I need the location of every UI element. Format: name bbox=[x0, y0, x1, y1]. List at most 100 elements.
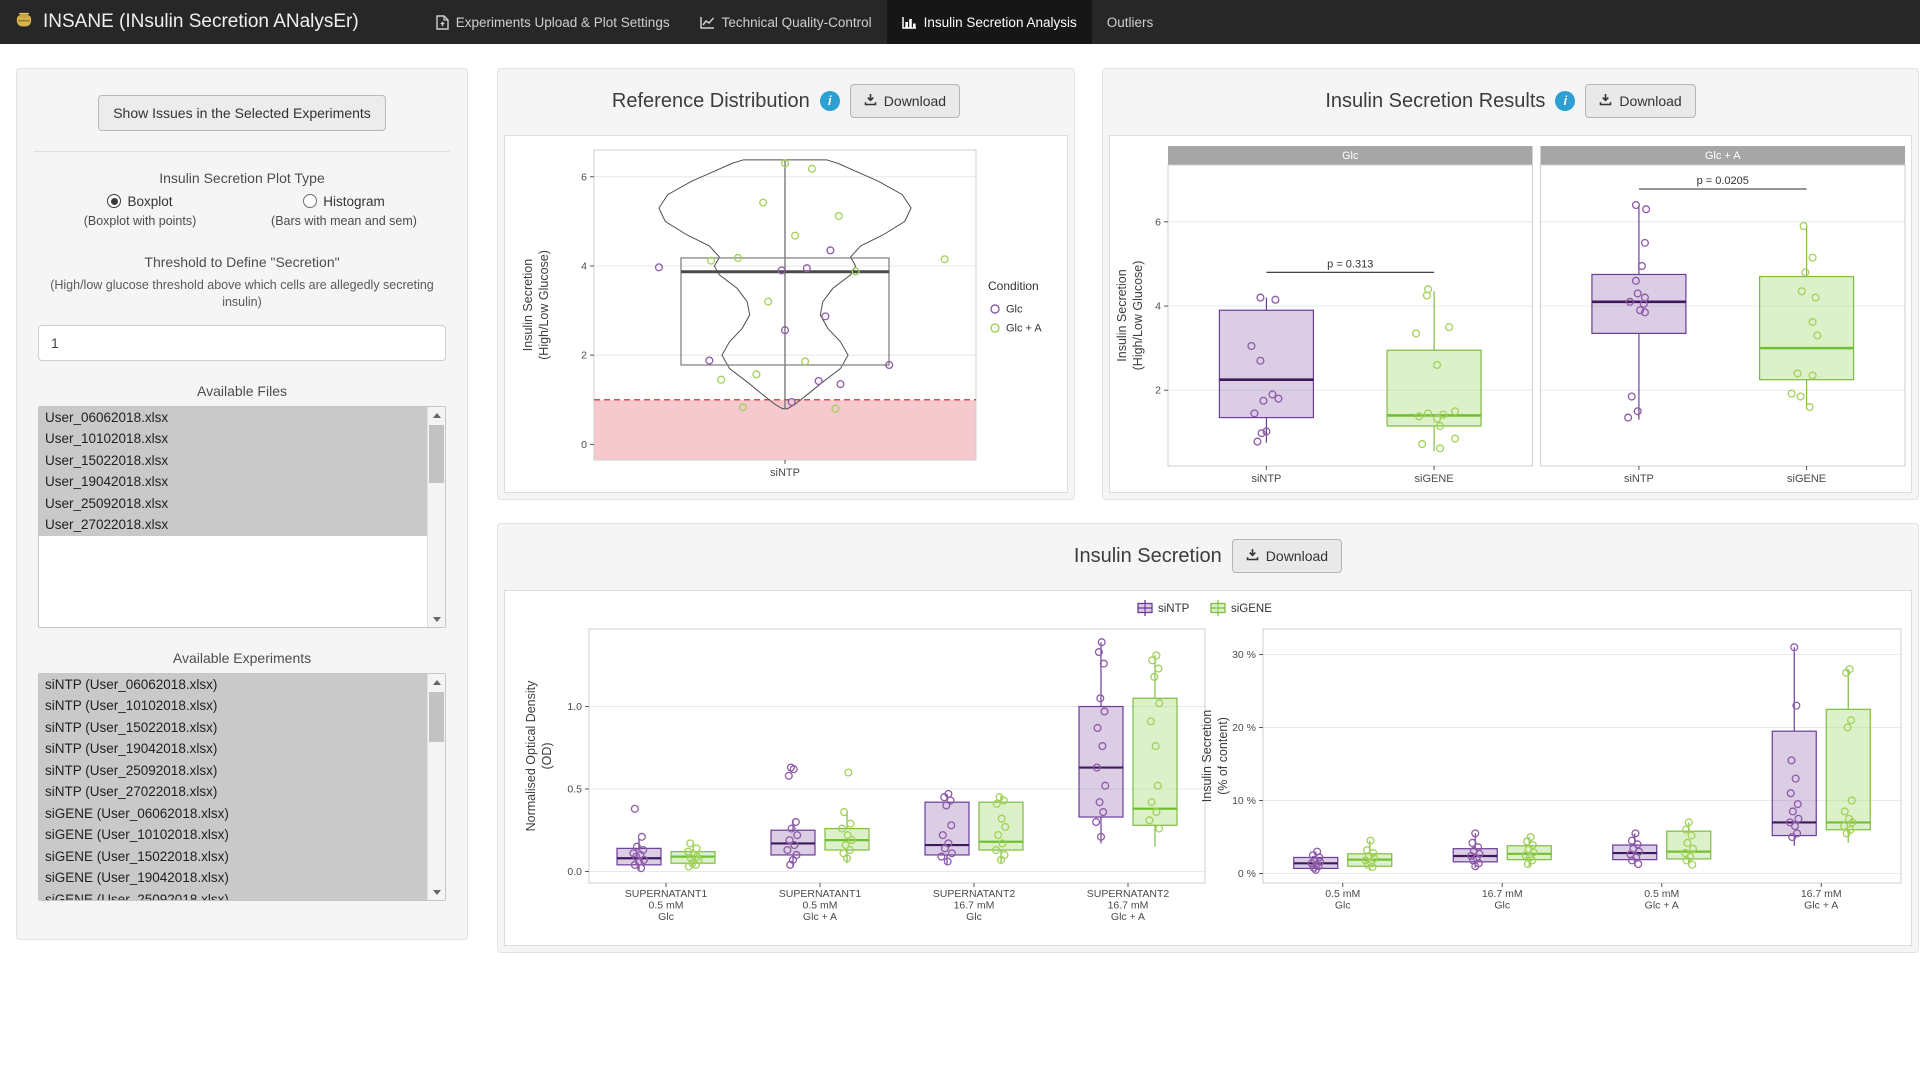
svg-text:siGENE: siGENE bbox=[1231, 603, 1272, 615]
list-item[interactable]: User_06062018.xlsx bbox=[39, 407, 428, 429]
list-item[interactable]: siGENE (User_25092018.xlsx) bbox=[39, 889, 428, 901]
nav-tab-2[interactable]: Insulin Secretion Analysis bbox=[887, 0, 1092, 44]
list-item[interactable]: siGENE (User_06062018.xlsx) bbox=[39, 803, 428, 825]
svg-text:16.7 mM: 16.7 mM bbox=[1108, 900, 1149, 912]
download-button[interactable]: Download bbox=[1232, 539, 1342, 573]
list-item[interactable]: siNTP (User_19042018.xlsx) bbox=[39, 738, 428, 760]
scrollbar[interactable] bbox=[427, 407, 445, 627]
svg-text:Insulin Secretion: Insulin Secretion bbox=[1115, 269, 1129, 361]
list-item[interactable]: siGENE (User_19042018.xlsx) bbox=[39, 867, 428, 889]
nav-tab-3[interactable]: Outliers bbox=[1092, 0, 1169, 44]
scroll-up-icon[interactable] bbox=[428, 674, 445, 691]
list-item[interactable]: siGENE (User_15022018.xlsx) bbox=[39, 846, 428, 868]
scroll-thumb[interactable] bbox=[429, 692, 444, 742]
svg-text:siNTP: siNTP bbox=[770, 467, 800, 479]
info-icon[interactable]: i bbox=[1555, 91, 1575, 111]
list-item[interactable]: User_19042018.xlsx bbox=[39, 471, 428, 493]
download-label: Download bbox=[884, 93, 946, 109]
svg-text:(High/Low Glucose): (High/Low Glucose) bbox=[1131, 261, 1145, 371]
info-icon[interactable]: i bbox=[820, 91, 840, 111]
file-upload-icon bbox=[436, 15, 449, 30]
radio-label: Boxplot bbox=[127, 194, 172, 209]
app-brand: INSANE (INsulin Secretion ANalysEr) bbox=[0, 0, 375, 44]
svg-text:Glc: Glc bbox=[1494, 900, 1510, 912]
list-item[interactable]: User_10102018.xlsx bbox=[39, 428, 428, 450]
list-item[interactable]: siNTP (User_27022018.xlsx) bbox=[39, 781, 428, 803]
plot-type-radio-boxplot[interactable]: Boxplot bbox=[38, 194, 242, 209]
show-issues-button[interactable]: Show Issues in the Selected Experiments bbox=[98, 95, 386, 131]
list-item[interactable]: User_25092018.xlsx bbox=[39, 493, 428, 515]
svg-text:0: 0 bbox=[581, 439, 587, 451]
svg-text:Insulin Secretion: Insulin Secretion bbox=[1200, 710, 1214, 802]
nav-tab-1[interactable]: Technical Quality-Control bbox=[685, 0, 887, 44]
plot-type-radio-group: Boxplot Histogram (Boxplot with points) … bbox=[38, 194, 446, 228]
list-item[interactable]: siNTP (User_06062018.xlsx) bbox=[39, 674, 428, 696]
panel-header: Insulin Secretion Results i Download bbox=[1103, 69, 1918, 133]
svg-text:Glc: Glc bbox=[1335, 900, 1351, 912]
svg-text:Normalised Optical Density: Normalised Optical Density bbox=[524, 680, 538, 831]
svg-text:siGENE: siGENE bbox=[1415, 473, 1454, 485]
svg-text:30 %: 30 % bbox=[1232, 649, 1256, 661]
panel-header: Reference Distribution i Download bbox=[498, 69, 1074, 133]
svg-text:2: 2 bbox=[581, 350, 587, 362]
nav-tab-label: Technical Quality-Control bbox=[722, 15, 872, 30]
nav-tab-label: Outliers bbox=[1107, 15, 1154, 30]
list-item[interactable]: siNTP (User_25092018.xlsx) bbox=[39, 760, 428, 782]
plot-type-radio-histogram[interactable]: Histogram bbox=[242, 194, 446, 209]
svg-text:1.0: 1.0 bbox=[567, 701, 582, 713]
svg-text:SUPERNATANT1: SUPERNATANT1 bbox=[779, 888, 862, 900]
scroll-thumb[interactable] bbox=[429, 425, 444, 483]
svg-text:16.7 mM: 16.7 mM bbox=[1801, 888, 1842, 900]
download-icon bbox=[864, 93, 877, 109]
available-files-label: Available Files bbox=[38, 383, 446, 399]
svg-text:SUPERNATANT2: SUPERNATANT2 bbox=[933, 888, 1016, 900]
scroll-up-icon[interactable] bbox=[428, 407, 445, 424]
download-label: Download bbox=[1619, 93, 1681, 109]
scroll-down-icon[interactable] bbox=[428, 610, 445, 627]
list-item[interactable]: siNTP (User_15022018.xlsx) bbox=[39, 717, 428, 739]
svg-text:Glc + A: Glc + A bbox=[1705, 150, 1741, 162]
list-item[interactable]: User_15022018.xlsx bbox=[39, 450, 428, 472]
histogram-note: (Bars with mean and sem) bbox=[242, 214, 446, 228]
svg-text:4: 4 bbox=[1155, 301, 1161, 313]
svg-text:siNTP: siNTP bbox=[1624, 473, 1654, 485]
svg-text:(High/Low Glucose): (High/Low Glucose) bbox=[537, 250, 551, 360]
reference-distribution-plot: 0 2 4 6 siNTP Insulin Secretion(High/Low Gluc… bbox=[504, 135, 1068, 493]
download-button[interactable]: Download bbox=[850, 84, 960, 118]
svg-text:6: 6 bbox=[581, 171, 587, 183]
available-experiments-list[interactable]: siNTP (User_06062018.xlsx)siNTP (User_10… bbox=[38, 673, 446, 901]
svg-text:0.5 mM: 0.5 mM bbox=[1325, 888, 1360, 900]
list-item[interactable]: siGENE (User_10102018.xlsx) bbox=[39, 824, 428, 846]
insulin-secretion-results-panel: Insulin Secretion Results i Download Glc… bbox=[1102, 68, 1919, 500]
svg-text:Glc + A: Glc + A bbox=[803, 911, 837, 923]
insulin-secretion-plot: siNTPsiGENE0.00.51.0SUPERNATANT10.5 mMGl… bbox=[504, 590, 1912, 946]
line-chart-icon bbox=[700, 16, 715, 29]
download-icon bbox=[1599, 93, 1612, 109]
app-title: INSANE (INsulin Secretion ANalysEr) bbox=[43, 11, 359, 33]
svg-text:siGENE: siGENE bbox=[1787, 473, 1826, 485]
svg-text:4: 4 bbox=[581, 260, 587, 272]
download-button[interactable]: Download bbox=[1585, 84, 1695, 118]
boxplot-note: (Boxplot with points) bbox=[38, 214, 242, 228]
svg-text:0.5 mM: 0.5 mM bbox=[1644, 888, 1679, 900]
list-item[interactable]: User_27022018.xlsx bbox=[39, 514, 428, 536]
nav-tab-label: Insulin Secretion Analysis bbox=[924, 15, 1077, 30]
svg-text:2: 2 bbox=[1155, 385, 1161, 397]
threshold-label: Threshold to Define "Secretion" bbox=[38, 254, 446, 270]
svg-text:16.7 mM: 16.7 mM bbox=[1482, 888, 1523, 900]
sidebar-panel: Show Issues in the Selected Experiments … bbox=[16, 68, 468, 940]
svg-text:Insulin Secretion: Insulin Secretion bbox=[521, 259, 535, 351]
list-item[interactable]: siNTP (User_10102018.xlsx) bbox=[39, 695, 428, 717]
threshold-input[interactable] bbox=[38, 325, 446, 361]
scrollbar[interactable] bbox=[427, 674, 445, 900]
threshold-note: (High/low glucose threshold above which … bbox=[38, 277, 446, 311]
nav-tab-label: Experiments Upload & Plot Settings bbox=[456, 15, 670, 30]
scroll-down-icon[interactable] bbox=[428, 883, 445, 900]
svg-text:20 %: 20 % bbox=[1232, 722, 1256, 734]
svg-text:p = 0.313: p = 0.313 bbox=[1327, 258, 1373, 270]
insulin-secretion-panel: Insulin Secretion Download siNTPsiGENE0.… bbox=[497, 523, 1919, 953]
nav-tab-0[interactable]: Experiments Upload & Plot Settings bbox=[421, 0, 685, 44]
bar-chart-icon bbox=[902, 16, 917, 29]
available-files-list[interactable]: User_06062018.xlsxUser_10102018.xlsxUser… bbox=[38, 406, 446, 628]
nav-tabs: Experiments Upload & Plot Settings Techni… bbox=[421, 0, 1169, 44]
